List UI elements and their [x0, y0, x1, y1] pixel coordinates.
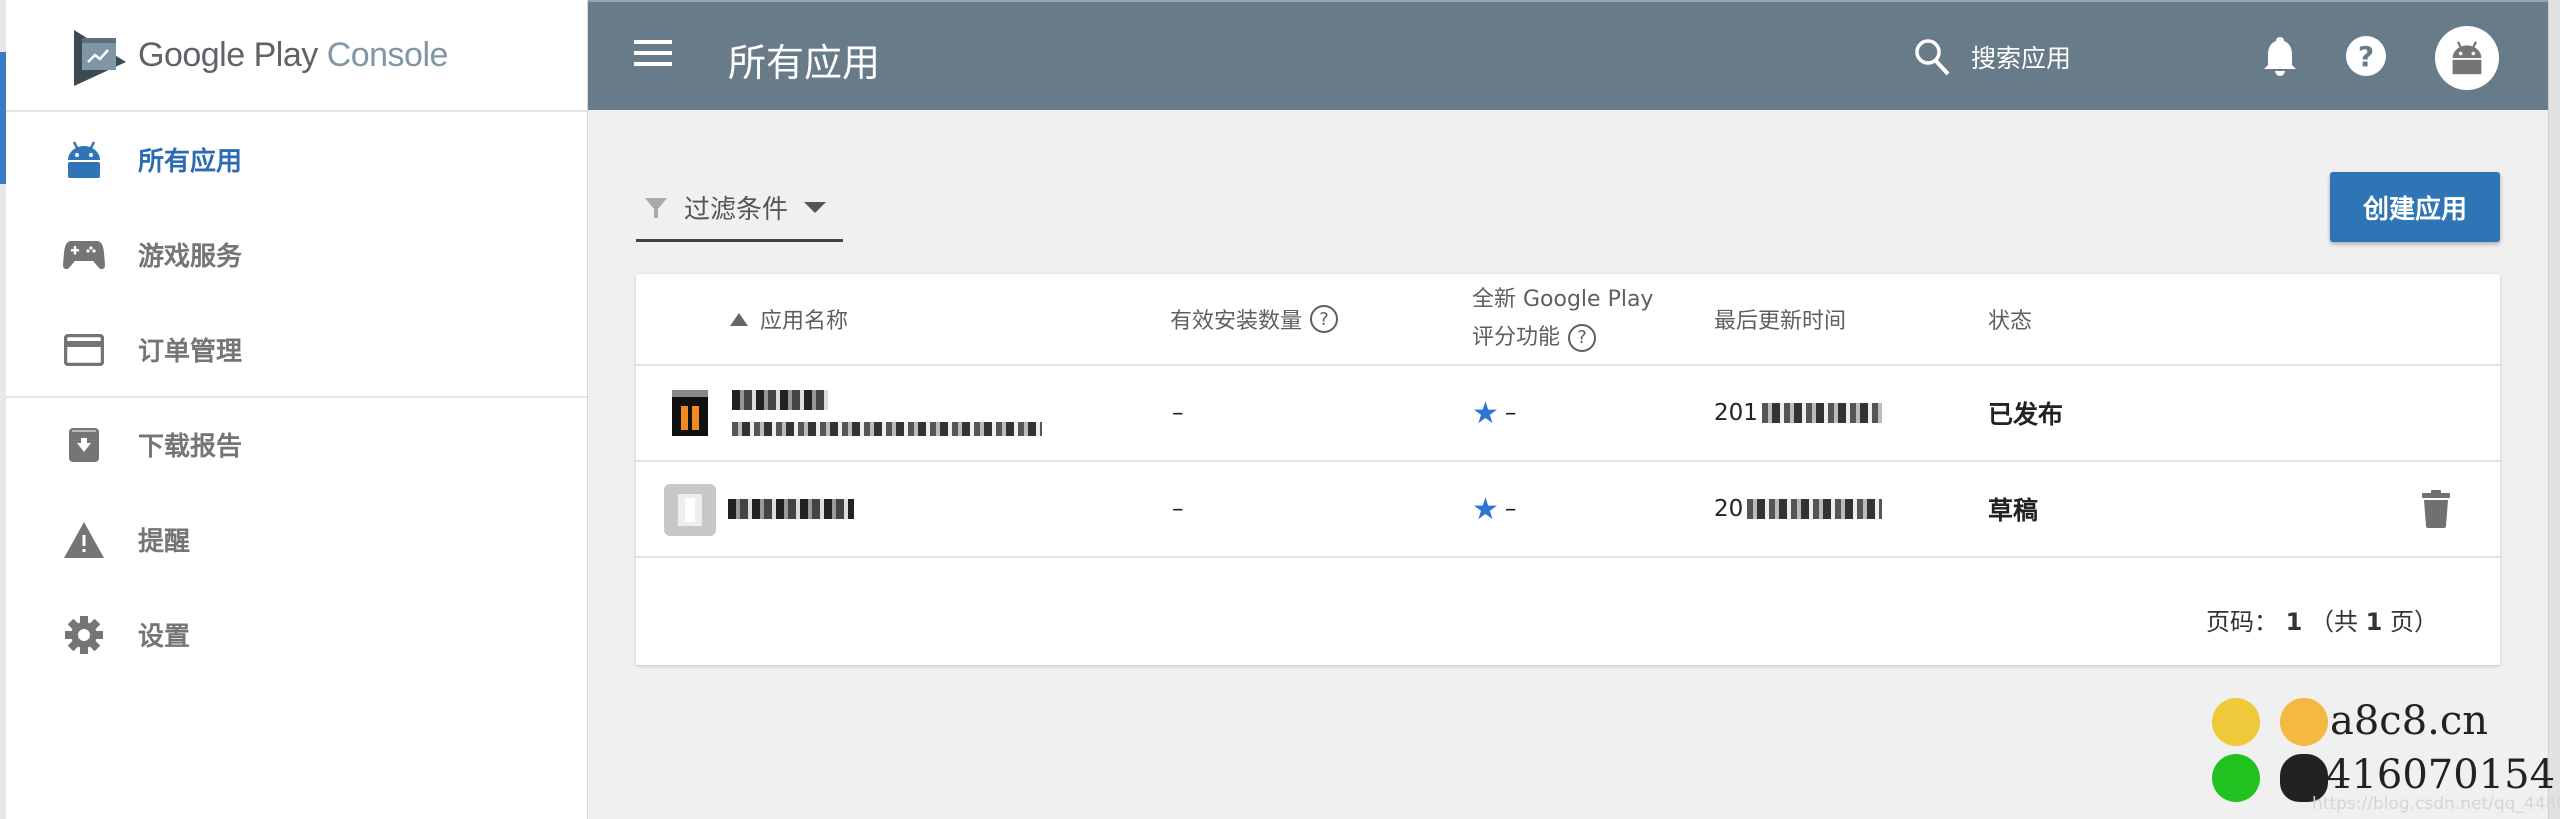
brand-badge-icon	[2212, 698, 2260, 746]
watermark-qq: 416070154	[2326, 752, 2556, 798]
installs-cell: –	[1172, 400, 1184, 426]
app-name-cell	[732, 366, 1042, 460]
column-label: 有效安装数量	[1170, 309, 1303, 334]
sidebar-item-order-management[interactable]: 订单管理	[6, 302, 587, 397]
column-label: 应用名称	[760, 309, 849, 334]
sidebar-item-label: 游戏服务	[138, 242, 243, 272]
play-console-page: Google Play Console 所有应用 游戏服务 订单管理 下载报告 …	[0, 0, 2560, 819]
menu-icon[interactable]	[634, 40, 672, 70]
date-redacted	[1747, 499, 1883, 519]
installs-cell: –	[1172, 496, 1184, 522]
column-label-line2: 评分功能?	[1472, 319, 1597, 357]
app-name-redacted	[732, 390, 828, 410]
sidebar-item-label: 下载报告	[138, 432, 243, 462]
sidebar-item-label: 所有应用	[138, 147, 243, 177]
table-header: 应用名称 有效安装数量? 全新 Google Play 评分功能? 最后更新时间…	[636, 274, 2500, 366]
watermark-url: https://blog.csdn.net/qq_44808226	[2312, 794, 2560, 814]
pagination: 页码： 1 （共 1 页）	[2206, 602, 2438, 637]
wechat-icon	[2212, 754, 2260, 802]
sidebar-item-label: 订单管理	[138, 337, 243, 367]
sidebar-item-label: 设置	[138, 622, 191, 652]
star-icon: ★	[1472, 491, 1499, 527]
sidebar-item-download-reports[interactable]: 下载报告	[6, 397, 587, 492]
download-report-icon	[62, 423, 106, 467]
rating-cell: ★ –	[1472, 366, 1516, 460]
pagination-total-suffix: 页）	[2390, 608, 2438, 636]
sidebar-item-game-services[interactable]: 游戏服务	[6, 207, 587, 302]
column-header-updated: 最后更新时间	[1714, 309, 1847, 334]
app-package-redacted	[732, 422, 1042, 436]
rating-cell: ★ –	[1472, 462, 1516, 556]
search-input[interactable]: 搜索应用	[1913, 32, 2071, 82]
bell-icon[interactable]	[2256, 32, 2304, 80]
updated-cell: 20	[1714, 462, 1883, 556]
chevron-down-icon	[804, 202, 827, 213]
gamepad-icon	[62, 233, 106, 277]
app-icon	[664, 484, 716, 536]
apps-table: 应用名称 有效安装数量? 全新 Google Play 评分功能? 最后更新时间…	[636, 274, 2500, 665]
sidebar-item-alerts[interactable]: 提醒	[6, 492, 587, 587]
sidebar-item-all-apps[interactable]: 所有应用	[6, 112, 587, 207]
sort-ascending-icon	[730, 312, 748, 326]
date-redacted	[1761, 403, 1882, 423]
pagination-total: 1	[2365, 608, 2383, 636]
updated-cell: 201	[1714, 366, 1882, 460]
play-console-logo-icon	[74, 30, 126, 86]
column-header-status: 状态	[1988, 309, 2033, 334]
sidebar-item-settings[interactable]: 设置	[6, 587, 587, 682]
table-row[interactable]: – ★ – 201 已发布	[636, 366, 2500, 462]
watermark-site: a8c8.cn	[2330, 698, 2489, 744]
app-name-cell	[728, 462, 854, 556]
column-header-rating: 全新 Google Play 评分功能?	[1472, 274, 1653, 364]
logo-console: Console	[326, 36, 449, 74]
logo-row[interactable]: Google Play Console	[6, 0, 587, 112]
help-icon[interactable]: ?	[2342, 32, 2390, 80]
column-label: 全新 Google Play	[1472, 287, 1654, 312]
sidebar-item-label: 提醒	[138, 527, 191, 557]
account-avatar[interactable]	[2435, 26, 2499, 90]
filter-icon	[645, 197, 667, 218]
warning-icon	[62, 518, 106, 562]
pagination-total-prefix: （共	[2310, 608, 2359, 636]
app-icon	[672, 390, 708, 436]
table-row[interactable]: – ★ – 20 草稿	[636, 462, 2500, 558]
gear-icon	[62, 613, 106, 657]
navigation-drawer: Google Play Console 所有应用 游戏服务 订单管理 下载报告 …	[6, 0, 588, 819]
top-app-bar: 所有应用 搜索应用 ?	[588, 0, 2548, 110]
status-badge: 已发布	[1988, 400, 2064, 429]
help-circle-icon[interactable]: ?	[1568, 324, 1597, 352]
window-scrollbar[interactable]	[2548, 0, 2560, 819]
app-name-redacted	[728, 499, 854, 519]
pagination-prefix: 页码：	[2206, 608, 2279, 636]
pagination-current: 1	[2285, 608, 2303, 636]
filter-label: 过滤条件	[684, 195, 789, 225]
delete-icon[interactable]	[2422, 490, 2450, 528]
rating-value: –	[1504, 496, 1517, 522]
credit-card-icon	[62, 328, 106, 372]
filter-dropdown[interactable]: 过滤条件	[636, 176, 843, 242]
avatar-android-icon	[2452, 41, 2482, 75]
rating-value: –	[1504, 400, 1517, 426]
watermark: a8c8.cn 416070154 https://blog.csdn.net/…	[2190, 698, 2560, 819]
star-icon: ★	[1472, 395, 1499, 431]
search-icon	[1915, 39, 1950, 76]
status-badge: 草稿	[1988, 496, 2039, 525]
column-label: 评分功能	[1472, 325, 1561, 350]
svg-text:?: ?	[2358, 40, 2374, 73]
create-app-button[interactable]: 创建应用	[2330, 172, 2500, 242]
column-header-installs: 有效安装数量?	[1170, 274, 1339, 364]
logo-text: Google Play Console	[138, 36, 448, 75]
android-icon	[62, 138, 106, 182]
search-placeholder: 搜索应用	[1971, 44, 2072, 73]
page-title: 所有应用	[728, 41, 881, 85]
hacker-badge-icon	[2280, 698, 2328, 746]
column-header-name[interactable]: 应用名称	[730, 274, 848, 364]
help-circle-icon[interactable]: ?	[1310, 305, 1339, 333]
logo-google-play: Google Play	[138, 36, 318, 74]
